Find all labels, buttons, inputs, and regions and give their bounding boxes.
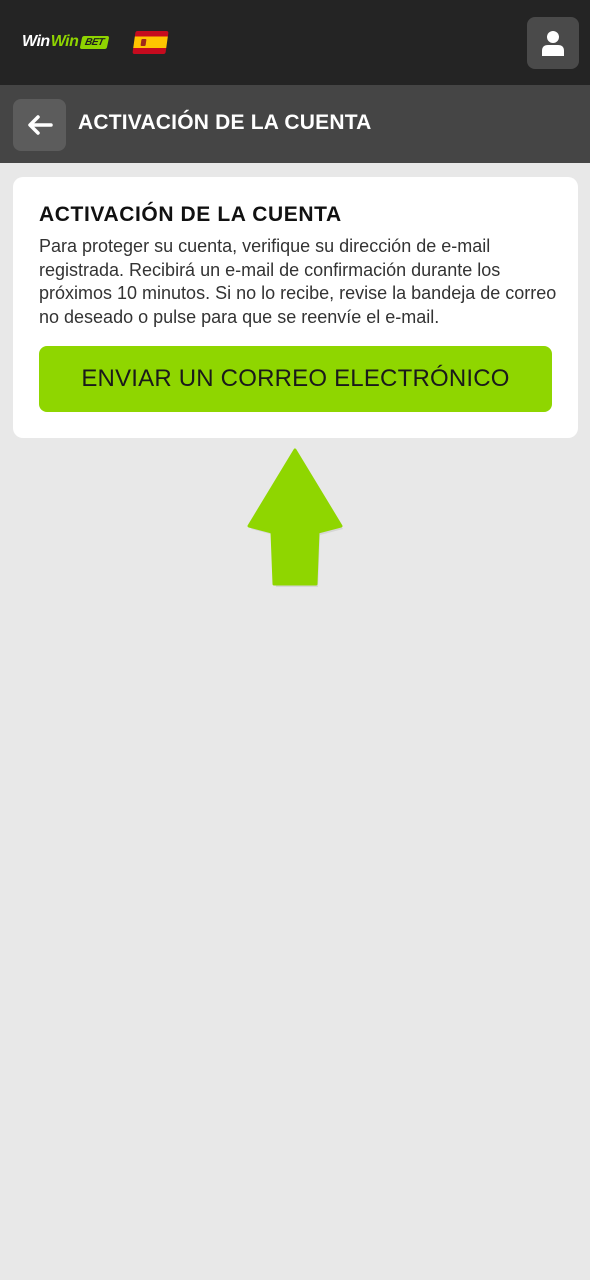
back-button[interactable] xyxy=(13,99,66,151)
winwinbet-logo[interactable]: Win Win BET xyxy=(22,33,110,51)
arrow-up-icon xyxy=(247,448,343,587)
page-title-bar: ACTIVACIÓN DE LA CUENTA xyxy=(0,85,590,163)
page-title: ACTIVACIÓN DE LA CUENTA xyxy=(78,111,372,134)
flag-crest xyxy=(140,39,147,46)
card-title: ACTIVACIÓN DE LA CUENTA xyxy=(39,203,342,226)
card-description: Para proteger su cuenta, verifique su di… xyxy=(39,236,557,327)
arrow-left-icon xyxy=(27,115,53,135)
account-activation-card: ACTIVACIÓN DE LA CUENTA Para proteger su… xyxy=(13,177,578,438)
spain-flag-icon[interactable] xyxy=(132,31,169,54)
user-icon xyxy=(542,31,564,56)
logo-word-1: Win xyxy=(22,33,50,50)
send-email-button[interactable]: ENVIAR UN CORREO ELECTRÓNICO xyxy=(39,346,552,412)
logo-badge: BET xyxy=(79,35,110,49)
top-header: Win Win BET xyxy=(0,0,590,85)
user-account-button[interactable] xyxy=(527,17,579,69)
logo-word-2: Win xyxy=(50,33,79,50)
